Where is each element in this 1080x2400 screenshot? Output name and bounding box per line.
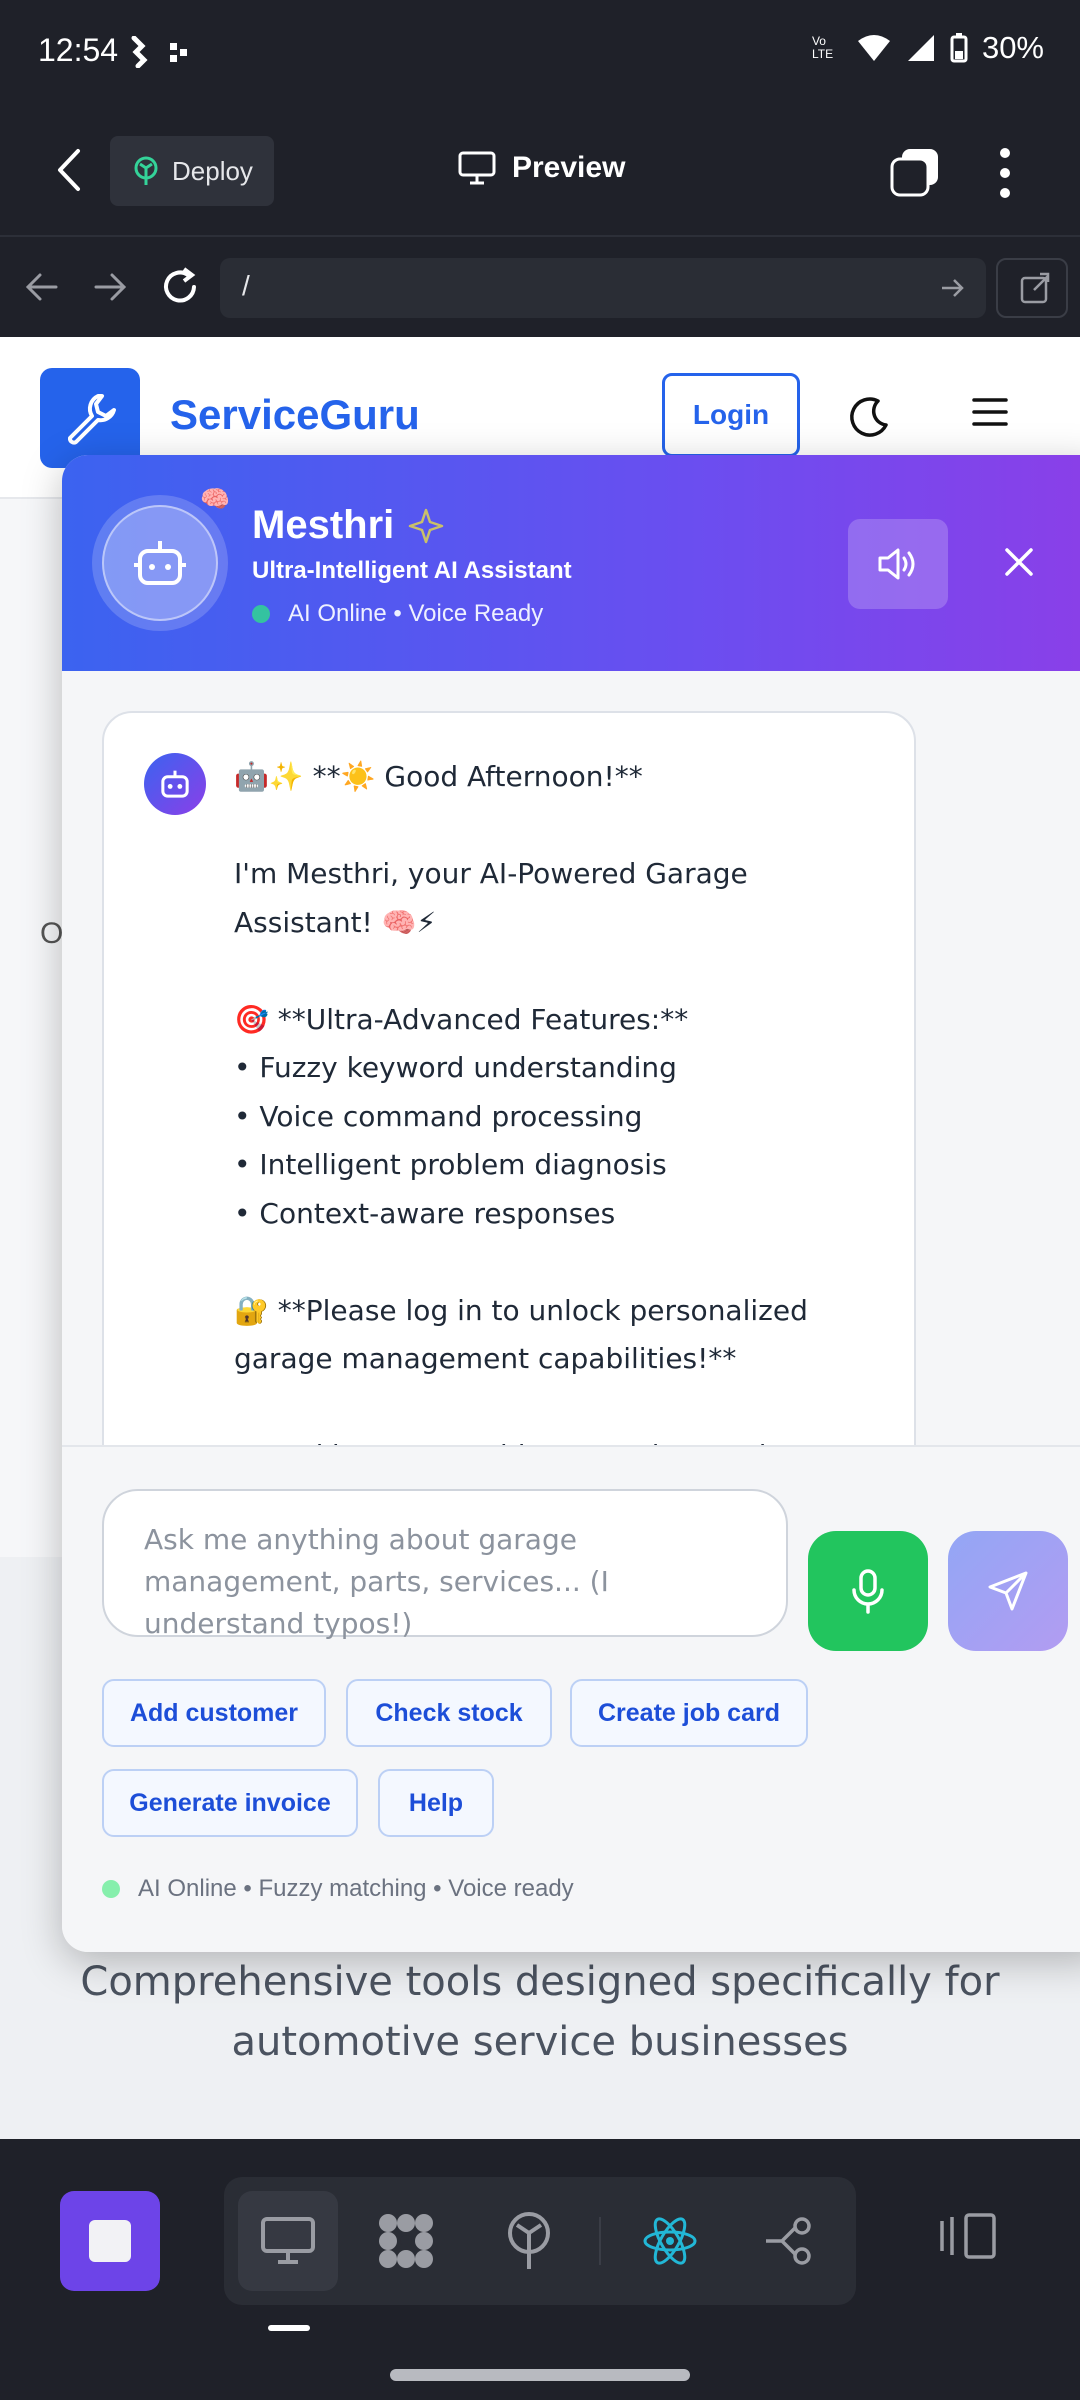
sparkle-icon xyxy=(409,508,444,543)
preview-title: Preview xyxy=(458,151,625,185)
bottom-toolbar xyxy=(0,2139,1080,2400)
open-external-button[interactable] xyxy=(996,258,1068,318)
site-logo[interactable] xyxy=(40,368,140,468)
brain-icon: 🧠 xyxy=(200,486,230,513)
signal-icon xyxy=(907,35,934,61)
integrations-tool-button[interactable] xyxy=(356,2191,456,2291)
mic-button[interactable] xyxy=(808,1531,928,1651)
url-row: / xyxy=(0,239,1080,337)
bot-name: Mesthri xyxy=(252,503,395,547)
message-text: 🤖✨ **☀️ Good Afternoon!** I'm Mesthri, y… xyxy=(234,760,852,1445)
url-text: / xyxy=(242,270,250,301)
login-button[interactable]: Login xyxy=(662,373,800,457)
message-avatar xyxy=(144,753,206,815)
deploy-tool-button[interactable] xyxy=(479,2191,579,2291)
stop-button[interactable] xyxy=(60,2191,160,2291)
bot-avatar xyxy=(92,495,228,631)
nav-back-icon[interactable] xyxy=(20,265,64,309)
quick-action-create-job-card[interactable]: Create job card xyxy=(570,1679,808,1747)
url-input[interactable]: / xyxy=(220,258,986,318)
chat-input[interactable]: Ask me anything about garage management,… xyxy=(102,1489,788,1640)
quick-action-check-stock[interactable]: Check stock xyxy=(346,1679,552,1747)
tool-switcher xyxy=(224,2177,856,2305)
chat-composer: Ask me anything about garage management,… xyxy=(62,1445,1080,1952)
send-button[interactable] xyxy=(948,1531,1068,1651)
monitor-icon xyxy=(261,2217,315,2264)
deploy-tree-icon xyxy=(508,2212,550,2269)
chat-messages[interactable]: 🤖✨ **☀️ Good Afternoon!** I'm Mesthri, y… xyxy=(62,671,1080,1445)
site-brand[interactable]: ServiceGuru xyxy=(170,391,420,439)
status-dot xyxy=(102,1880,120,1898)
bot-subtitle: Ultra-Intelligent AI Assistant xyxy=(252,557,572,584)
deploy-icon xyxy=(134,156,158,185)
footer-status-text: AI Online • Fuzzy matching • Voice ready xyxy=(138,1875,574,1902)
voice-toggle-button[interactable] xyxy=(848,519,948,609)
preview-tool-button[interactable] xyxy=(238,2191,338,2291)
app-toolbar: Deploy Preview xyxy=(0,105,1080,237)
chat-header: 🧠 Mesthri Ultra-Intelligent AI Assistant… xyxy=(62,455,1080,671)
flower-grid-icon xyxy=(379,2214,433,2268)
chat-widget: 🧠 Mesthri Ultra-Intelligent AI Assistant… xyxy=(62,455,1080,1952)
app-notification-icon xyxy=(170,43,187,62)
wifi-icon xyxy=(857,35,890,61)
nav-forward-icon[interactable] xyxy=(88,265,132,309)
go-arrow-icon[interactable] xyxy=(938,274,966,302)
bot-message: 🤖✨ **☀️ Good Afternoon!** I'm Mesthri, y… xyxy=(102,711,916,1445)
bot-name-row: Mesthri xyxy=(252,503,446,548)
wrench-icon xyxy=(68,394,116,445)
reload-icon[interactable] xyxy=(158,265,202,309)
deploy-button[interactable]: Deploy xyxy=(110,136,274,206)
volte-icon: Vo LTE xyxy=(811,34,834,61)
online-dot xyxy=(252,605,270,623)
send-icon xyxy=(988,1571,1028,1611)
stop-icon xyxy=(89,2220,131,2262)
page-tagline: Comprehensive tools designed specificall… xyxy=(80,1959,1000,2065)
bot-status-text: AI Online • Voice Ready xyxy=(288,600,544,627)
status-time: 12:54 xyxy=(38,32,119,68)
microphone-icon xyxy=(852,1569,884,1614)
chat-footer-status: AI Online • Fuzzy matching • Voice ready xyxy=(102,1875,574,1903)
hand-icon xyxy=(131,36,148,68)
robot-icon xyxy=(134,541,186,585)
tabs-icon[interactable] xyxy=(890,147,940,197)
monitor-icon xyxy=(458,151,496,185)
robot-icon xyxy=(161,770,189,798)
deploy-label: Deploy xyxy=(172,155,253,186)
more-options-icon[interactable] xyxy=(990,145,1020,201)
battery-percent: 30% xyxy=(981,30,1044,65)
git-tool-button[interactable] xyxy=(740,2191,840,2291)
close-icon[interactable] xyxy=(1002,545,1036,579)
quick-action-generate-invoice[interactable]: Generate invoice xyxy=(102,1769,358,1837)
react-icon xyxy=(643,2217,697,2265)
panel-layout-icon[interactable] xyxy=(938,2211,998,2261)
quick-action-help[interactable]: Help xyxy=(378,1769,494,1837)
react-tool-button[interactable] xyxy=(620,2191,720,2291)
moon-icon[interactable] xyxy=(848,395,892,439)
active-tab-indicator xyxy=(268,2325,310,2331)
branch-icon xyxy=(766,2217,811,2265)
back-arrow-icon[interactable] xyxy=(50,145,90,195)
speaker-icon xyxy=(878,548,915,580)
page-background-text: O xyxy=(40,917,64,950)
home-indicator xyxy=(390,2369,690,2381)
hamburger-menu-icon[interactable] xyxy=(972,397,1008,427)
quick-action-add-customer[interactable]: Add customer xyxy=(102,1679,326,1747)
bot-status: AI Online • Voice Ready xyxy=(252,600,543,628)
preview-label: Preview xyxy=(512,151,626,184)
status-bar: 12:54 Vo LTE 30% xyxy=(0,0,1080,105)
battery-icon xyxy=(950,33,968,63)
external-link-icon xyxy=(1020,272,1050,304)
